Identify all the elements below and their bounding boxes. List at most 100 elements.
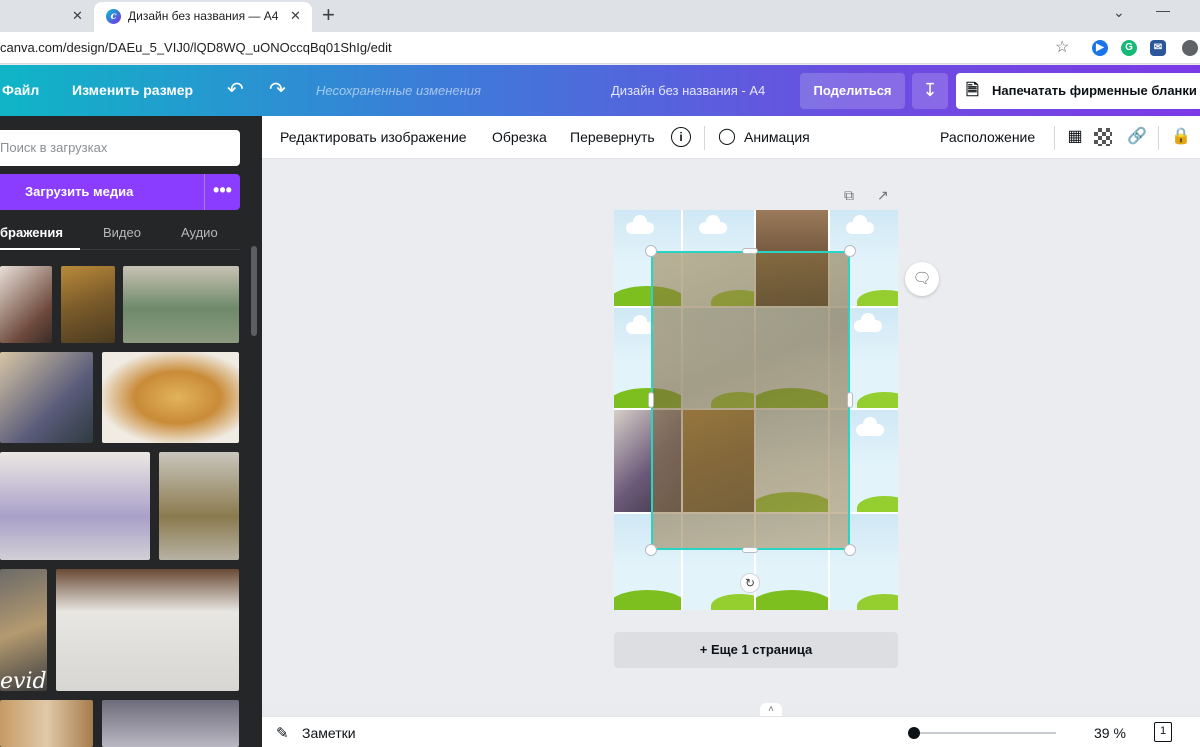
search-input[interactable]: Поиск в загрузках <box>0 130 240 166</box>
resize-handle[interactable] <box>844 245 856 257</box>
zoom-level[interactable]: 39 % <box>1094 725 1126 741</box>
rotate-icon[interactable]: ↻ <box>740 573 760 593</box>
transparency-icon[interactable] <box>1094 128 1112 146</box>
print-letterhead-button[interactable]: 🗎 Напечатать фирменные бланки <box>956 73 1200 109</box>
resize-handle[interactable] <box>645 544 657 556</box>
document-icon: 🗎 <box>966 82 979 99</box>
hill-shape <box>857 392 898 408</box>
resize-handle[interactable] <box>742 248 758 254</box>
notes-button[interactable]: Заметки <box>302 725 356 741</box>
share-button[interactable]: Поделиться <box>800 73 905 109</box>
video-thumbnail[interactable]: evideo <box>0 569 47 691</box>
browser-tab-active[interactable]: c Дизайн без названия — A4 ✕ <box>94 2 312 32</box>
image-thumbnail[interactable] <box>56 569 239 691</box>
hill-shape <box>857 290 898 306</box>
more-options-button[interactable]: ••• <box>204 174 240 210</box>
image-thumbnail[interactable] <box>159 452 239 560</box>
image-thumbnail[interactable] <box>102 352 239 443</box>
cloud-shape <box>846 215 874 234</box>
flip-button[interactable]: Перевернуть <box>570 129 655 145</box>
close-icon[interactable]: ✕ <box>290 8 301 24</box>
animation-icon: ◯ <box>718 128 736 145</box>
divider <box>1054 126 1055 150</box>
duplicate-page-icon[interactable]: ⧉ <box>844 187 854 204</box>
minimize-icon[interactable]: — <box>1156 2 1170 18</box>
browser-tab-previous[interactable]: ✕ <box>0 0 93 32</box>
undo-icon[interactable]: ↶ <box>227 77 244 102</box>
image-thumbnail[interactable] <box>0 266 52 343</box>
cloud-shape <box>699 215 727 234</box>
design-page[interactable] <box>614 210 898 610</box>
mail-icon[interactable]: ✉ <box>1150 40 1166 56</box>
paint-roller-icon[interactable]: ▦ <box>1064 126 1086 148</box>
resize-handle[interactable] <box>648 392 654 408</box>
new-tab-button[interactable]: + <box>322 3 335 27</box>
save-status: Несохраненные изменения <box>316 83 481 98</box>
selection-frame[interactable] <box>651 251 850 550</box>
add-comment-icon[interactable]: 🗨 <box>905 262 939 296</box>
download-icon: ↧ <box>922 80 938 100</box>
editor-footer: ✎ Заметки 39 % 1 <box>262 716 1200 747</box>
close-icon[interactable]: ✕ <box>72 8 83 24</box>
add-page-button[interactable]: + Еще 1 страница <box>614 632 898 668</box>
editor-header: Файл Изменить размер ↶ ↷ Несохраненные и… <box>0 65 1200 116</box>
uploads-panel: Поиск в загрузках Загрузить медиа ••• бр… <box>0 116 271 747</box>
hill-shape <box>614 590 681 610</box>
edit-image-button[interactable]: Редактировать изображение <box>280 129 467 145</box>
image-thumbnail[interactable] <box>0 352 93 443</box>
profile-icon[interactable] <box>1182 40 1198 56</box>
browser-tab-bar: ✕ c Дизайн без названия — A4 ✕ + ⌄ — <box>0 0 1200 32</box>
resize-handle[interactable] <box>645 245 657 257</box>
zoom-slider-handle[interactable] <box>908 727 921 739</box>
add-page-icon[interactable]: ↗ <box>877 187 889 204</box>
file-menu[interactable]: Файл <box>2 82 39 98</box>
image-thumbnail[interactable] <box>123 266 239 343</box>
info-icon[interactable]: i <box>671 127 691 147</box>
page-count[interactable]: 1 <box>1154 722 1172 742</box>
tab-title: Дизайн без названия — A4 <box>128 9 279 23</box>
position-button[interactable]: Расположение <box>940 129 1035 145</box>
print-label: Напечатать фирменные бланки <box>992 83 1197 98</box>
image-thumbnail[interactable] <box>0 700 93 747</box>
design-canvas: ⧉ ↗ ↻ 🗨 + Еще 1 страница <box>262 159 1200 705</box>
cloud-shape <box>854 313 882 332</box>
tab-images[interactable]: бражения <box>0 225 63 240</box>
extension-icon[interactable]: G <box>1121 40 1137 56</box>
redo-icon[interactable]: ↷ <box>269 77 286 102</box>
resize-handle[interactable] <box>847 392 853 408</box>
animation-button[interactable]: Анимация <box>744 129 810 145</box>
scrollbar[interactable] <box>251 246 257 336</box>
tab-audio[interactable]: Аудио <box>181 225 218 240</box>
active-tab-indicator <box>0 248 80 250</box>
resize-button[interactable]: Изменить размер <box>72 82 193 98</box>
canva-favicon-icon: c <box>106 9 121 24</box>
upload-media-label: Загрузить медиа <box>25 184 134 199</box>
image-thumbnail[interactable] <box>61 266 115 343</box>
upload-media-button[interactable]: Загрузить медиа ••• <box>0 174 240 210</box>
extension-icon[interactable]: ▶ <box>1092 40 1108 56</box>
resize-handle[interactable] <box>844 544 856 556</box>
resize-handle[interactable] <box>742 547 758 553</box>
download-button[interactable]: ↧ <box>912 73 948 109</box>
chevron-up-icon[interactable]: ˄ <box>760 703 782 716</box>
cloud-shape <box>856 417 884 436</box>
crop-button[interactable]: Обрезка <box>492 129 547 145</box>
link-icon[interactable]: 🔗 <box>1126 126 1148 148</box>
zoom-slider[interactable] <box>910 732 1056 734</box>
cloud-shape <box>626 315 654 334</box>
cloud-shape <box>626 215 654 234</box>
hill-shape <box>857 496 898 512</box>
tab-video[interactable]: Видео <box>103 225 141 240</box>
hill-shape <box>756 590 828 610</box>
image-thumbnail[interactable] <box>102 700 239 747</box>
hill-shape <box>857 594 898 610</box>
image-thumbnail[interactable] <box>0 452 150 560</box>
star-icon[interactable]: ☆ <box>1055 37 1069 57</box>
chevron-down-icon[interactable]: ⌄ <box>1113 4 1125 21</box>
notes-icon[interactable]: ✎ <box>276 724 289 742</box>
lock-icon[interactable]: 🔒 <box>1170 126 1192 148</box>
watermark-text: evideo <box>0 669 47 691</box>
design-title[interactable]: Дизайн без названия - A4 <box>611 83 765 98</box>
hill-shape <box>711 594 754 610</box>
url-field[interactable]: canva.com/design/DAEu_5_VIJ0/lQD8WQ_uONO… <box>0 40 392 55</box>
